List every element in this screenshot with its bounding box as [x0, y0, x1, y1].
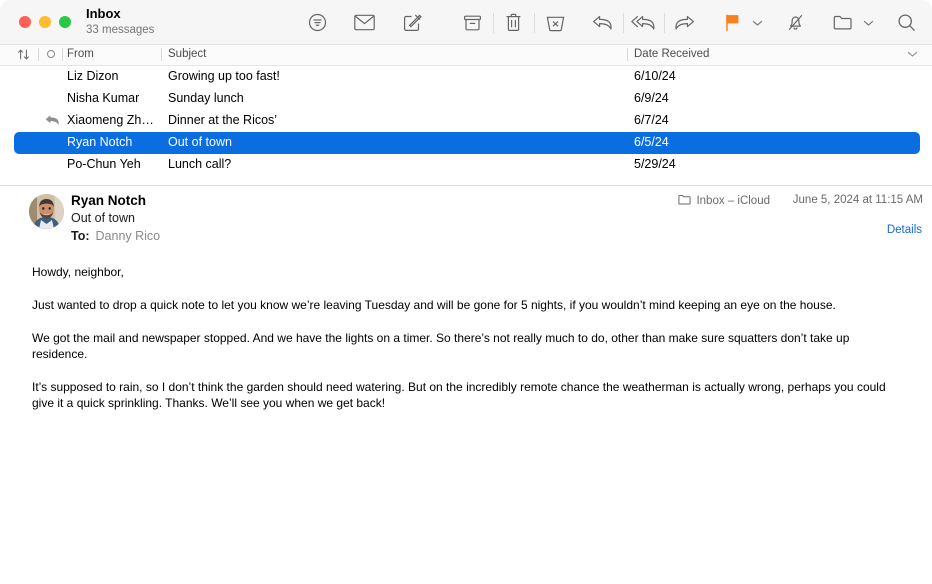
minimize-button[interactable] — [39, 16, 51, 28]
row-subject: Lunch call? — [168, 157, 232, 171]
move-to-options-button[interactable] — [860, 7, 876, 39]
search-button[interactable] — [890, 7, 924, 39]
table-row[interactable]: Xiaomeng Zh… Dinner at the Ricos’ 6/7/24 — [0, 110, 932, 132]
body-paragraph: Just wanted to drop a quick note to let … — [32, 298, 836, 312]
message-subject: Out of town — [71, 211, 135, 225]
flag-icon — [724, 13, 741, 32]
reply-all-icon — [631, 14, 656, 32]
message-list[interactable]: Liz Dizon Growing up too fast! 6/10/24 N… — [0, 66, 932, 186]
table-row[interactable]: Nisha Kumar Sunday lunch 6/9/24 — [0, 88, 932, 110]
traffic-lights — [19, 16, 71, 28]
chevron-down-icon — [752, 14, 763, 32]
flag-options-button[interactable] — [749, 7, 765, 39]
title-bar: Inbox 33 messages — [0, 0, 932, 45]
junk-button[interactable] — [538, 7, 572, 39]
message-header: Ryan Notch Out of town To: Danny Rico In… — [0, 186, 932, 264]
chevron-down-icon — [863, 14, 874, 32]
sort-order-button[interactable] — [17, 48, 30, 64]
junk-icon — [546, 14, 565, 32]
mute-button[interactable] — [779, 7, 813, 39]
column-header-row: From Subject Date Received — [0, 45, 932, 66]
row-from: Nisha Kumar — [67, 91, 140, 105]
row-from: Po-Chun Yeh — [67, 157, 141, 171]
table-row-partial[interactable] — [0, 176, 932, 185]
reply-icon — [592, 14, 613, 32]
row-from: Ryan Notch — [67, 135, 133, 149]
unread-column-header[interactable] — [47, 50, 55, 58]
row-date: 6/5/24 — [634, 135, 669, 149]
column-divider — [38, 48, 39, 61]
toolbar-separator — [622, 12, 624, 33]
column-divider — [627, 48, 628, 61]
mailbox-label: Inbox – iCloud — [696, 195, 770, 207]
sort-icon — [18, 49, 29, 60]
close-button[interactable] — [19, 16, 31, 28]
message-recipients: To: Danny Rico — [71, 229, 160, 243]
column-options-button[interactable] — [907, 49, 918, 61]
body-paragraph: Howdy, neighbor, — [32, 265, 124, 279]
mail-window: Inbox 33 messages From Subject Date Rece… — [0, 0, 932, 584]
row-date: 6/9/24 — [634, 91, 669, 105]
row-subject: Growing up too fast! — [168, 69, 280, 83]
folder-icon — [833, 14, 853, 31]
filter-icon-button[interactable] — [300, 7, 334, 39]
flag-button[interactable] — [715, 7, 749, 39]
reply-all-button[interactable] — [627, 7, 661, 39]
replied-icon — [45, 114, 60, 130]
reply-button[interactable] — [585, 7, 619, 39]
details-link[interactable]: Details — [887, 224, 922, 236]
mail-icon — [354, 14, 375, 31]
get-mail-button[interactable] — [347, 7, 381, 39]
mute-icon — [786, 13, 805, 32]
archive-icon — [463, 14, 482, 32]
row-date: 5/29/24 — [634, 157, 676, 171]
avatar — [29, 194, 64, 229]
row-subject: Sunday lunch — [168, 91, 244, 105]
to-label: To: — [71, 229, 90, 243]
row-from: Xiaomeng Zh… — [67, 113, 154, 127]
trash-icon — [505, 13, 522, 32]
table-row-selected[interactable]: Ryan Notch Out of town 6/5/24 — [0, 132, 932, 154]
zoom-button[interactable] — [59, 16, 71, 28]
toolbar — [300, 0, 924, 45]
delete-button[interactable] — [497, 7, 531, 39]
to-recipient[interactable]: Danny Rico — [96, 229, 161, 243]
row-from: Liz Dizon — [67, 69, 119, 83]
page-title: Inbox — [86, 6, 121, 21]
row-date: 6/7/24 — [634, 113, 669, 127]
column-header-from[interactable]: From — [67, 48, 94, 60]
column-divider — [62, 48, 63, 61]
body-paragraph: We got the mail and newspaper stopped. A… — [32, 331, 850, 361]
move-to-button[interactable] — [826, 7, 860, 39]
row-subject: Out of town — [168, 135, 232, 149]
compose-button[interactable] — [395, 7, 429, 39]
message-count: 33 messages — [86, 24, 155, 36]
window-title-block: Inbox 33 messages — [86, 6, 154, 38]
row-subject: Dinner at the Ricos’ — [168, 113, 278, 127]
row-date: 6/10/24 — [634, 69, 676, 83]
folder-icon — [678, 194, 692, 208]
body-paragraph: It’s supposed to rain, so I don’t think … — [32, 380, 886, 410]
table-row[interactable]: Liz Dizon Growing up too fast! 6/10/24 — [0, 66, 932, 88]
message-body: Howdy, neighbor, Just wanted to drop a q… — [0, 264, 932, 411]
compose-icon — [403, 13, 422, 32]
archive-button[interactable] — [456, 7, 490, 39]
toolbar-separator — [663, 12, 665, 33]
chevron-down-icon — [907, 51, 918, 57]
message-sender: Ryan Notch — [71, 193, 147, 208]
forward-button[interactable] — [668, 7, 702, 39]
column-header-date-received[interactable]: Date Received — [634, 48, 709, 60]
column-header-subject[interactable]: Subject — [168, 48, 206, 60]
toolbar-separator — [492, 12, 494, 33]
message-mailbox: Inbox – iCloud — [678, 194, 770, 208]
table-row[interactable]: Po-Chun Yeh Lunch call? 5/29/24 — [0, 154, 932, 176]
forward-icon — [674, 14, 695, 32]
column-divider — [161, 48, 162, 61]
toolbar-separator — [534, 12, 535, 33]
message-date: June 5, 2024 at 11:15 AM — [792, 194, 923, 206]
filter-icon — [308, 13, 327, 32]
search-icon — [897, 13, 916, 32]
